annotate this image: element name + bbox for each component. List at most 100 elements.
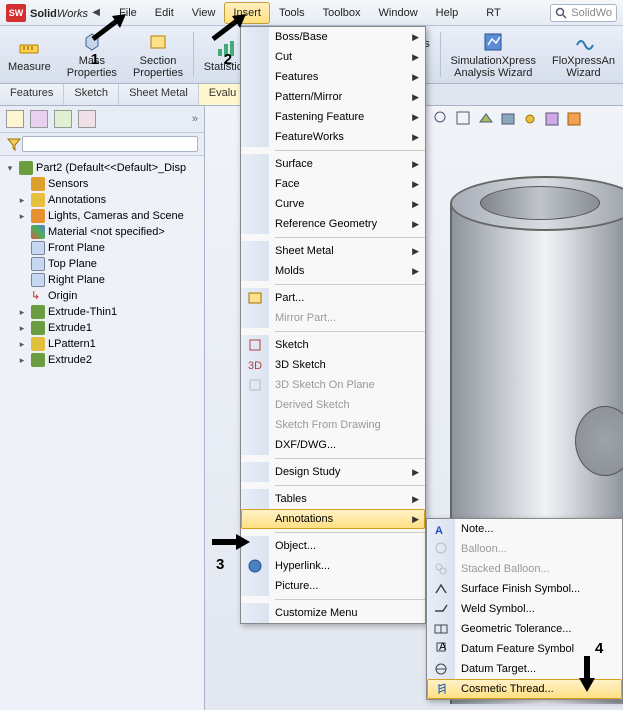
viewport-toolbar: [433, 110, 583, 128]
geo-icon: [433, 621, 449, 637]
tree-origin[interactable]: ↳Origin: [4, 288, 200, 304]
insert-pattern[interactable]: Pattern/Mirror▶: [241, 87, 425, 107]
fm-tab-config-icon[interactable]: [54, 110, 72, 128]
tree-extrude2[interactable]: ▸Extrude2: [4, 352, 200, 368]
insert-fastening[interactable]: Fastening Feature▶: [241, 107, 425, 127]
insert-dxf[interactable]: DXF/DWG...: [241, 435, 425, 455]
menu-tools[interactable]: Tools: [270, 2, 314, 24]
ribbon-mass-props[interactable]: MassProperties 1: [59, 28, 125, 81]
insert-3dsketch-plane: 3D Sketch On Plane: [241, 375, 425, 395]
filter-input[interactable]: [22, 136, 198, 152]
insert-molds[interactable]: Molds▶: [241, 261, 425, 281]
insert-features[interactable]: Features▶: [241, 67, 425, 87]
insert-curve[interactable]: Curve▶: [241, 194, 425, 214]
filter-icon[interactable]: [6, 136, 22, 152]
insert-design-study[interactable]: Design Study▶: [241, 462, 425, 482]
app-name-italic: Works: [57, 8, 88, 20]
insert-picture[interactable]: Picture...: [241, 576, 425, 596]
annot-surf[interactable]: Surface Finish Symbol...: [427, 579, 622, 599]
zoom-area-icon[interactable]: [455, 110, 473, 128]
display-style-icon[interactable]: [499, 110, 517, 128]
annot-geo[interactable]: Geometric Tolerance...: [427, 619, 622, 639]
ribbon-section-label: SectionProperties: [133, 55, 183, 79]
tree-material[interactable]: Material <not specified>: [4, 224, 200, 240]
insert-face[interactable]: Face▶: [241, 174, 425, 194]
scene-icon[interactable]: [543, 110, 561, 128]
annot-weld[interactable]: Weld Symbol...: [427, 599, 622, 619]
fm-tab-property-icon[interactable]: [30, 110, 48, 128]
menu-rt[interactable]: RT: [477, 2, 509, 24]
insert-featureworks[interactable]: FeatureWorks▶: [241, 127, 425, 147]
insert-customize[interactable]: Customize Menu: [241, 603, 425, 623]
hyperlink-icon: [247, 558, 263, 574]
feature-manager: » ▾Part2 (Default<<Default>_Disp Sensors…: [0, 106, 205, 710]
fm-tab-dim-icon[interactable]: [78, 110, 96, 128]
tree-lights[interactable]: ▸Lights, Cameras and Scene: [4, 208, 200, 224]
insert-sketch[interactable]: Sketch: [241, 335, 425, 355]
app-name: SolidWorks: [30, 4, 88, 21]
history-back-icon[interactable]: ◀: [88, 7, 104, 18]
section-view-icon[interactable]: [565, 110, 583, 128]
ribbon-section-props[interactable]: SectionProperties: [125, 28, 191, 81]
insert-refgeom[interactable]: Reference Geometry▶: [241, 214, 425, 234]
ribbon-measure[interactable]: Measure: [0, 28, 59, 81]
annot-cosmetic-thread[interactable]: Cosmetic Thread...: [427, 679, 622, 699]
ribbon-simxpress[interactable]: SimulationXpressAnalysis Wizard: [442, 28, 544, 81]
search-placeholder: SolidWo: [571, 7, 612, 19]
part-icon: [247, 290, 263, 306]
insert-surface[interactable]: Surface▶: [241, 154, 425, 174]
hide-show-icon[interactable]: [521, 110, 539, 128]
tab-features[interactable]: Features: [0, 84, 64, 105]
insert-object[interactable]: Object...: [241, 536, 425, 556]
tree-top-plane[interactable]: Top Plane: [4, 256, 200, 272]
annot-datumf[interactable]: ADatum Feature Symbol: [427, 639, 622, 659]
callout-2: 2: [224, 54, 232, 66]
menu-edit[interactable]: Edit: [146, 2, 183, 24]
menu-toolbox[interactable]: Toolbox: [314, 2, 370, 24]
tab-sketch[interactable]: Sketch: [64, 84, 119, 105]
callout-1: 1: [91, 54, 99, 66]
menu-file[interactable]: File: [110, 2, 146, 24]
menu-insert[interactable]: Insert: [224, 2, 270, 24]
tree-right-plane[interactable]: Right Plane: [4, 272, 200, 288]
datumf-icon: A: [433, 641, 449, 657]
tree-annotations[interactable]: ▸Annotations: [4, 192, 200, 208]
fm-tab-tree-icon[interactable]: [6, 110, 24, 128]
insert-cut[interactable]: Cut▶: [241, 47, 425, 67]
tree-front-plane[interactable]: Front Plane: [4, 240, 200, 256]
view-orient-icon[interactable]: [477, 110, 495, 128]
search-input[interactable]: SolidWo: [550, 4, 617, 22]
insert-sheetmetal[interactable]: Sheet Metal▶: [241, 241, 425, 261]
ribbon-floxpress[interactable]: FloXpressAnWizard: [544, 28, 623, 81]
insert-menu-dropdown: Boss/Base▶ Cut▶ Features▶ Pattern/Mirror…: [240, 26, 426, 624]
surf-icon: [433, 581, 449, 597]
menu-help[interactable]: Help: [427, 2, 468, 24]
insert-hyperlink[interactable]: Hyperlink...: [241, 556, 425, 576]
svg-text:3D: 3D: [248, 360, 262, 372]
tab-sheetmetal[interactable]: Sheet Metal: [119, 84, 199, 105]
insert-annotations[interactable]: Annotations▶: [241, 509, 425, 529]
annot-balloon: Balloon...: [427, 539, 622, 559]
3dsketch-icon: 3D: [247, 357, 263, 373]
tree-extrude1[interactable]: ▸Extrude1: [4, 320, 200, 336]
tree-root[interactable]: ▾Part2 (Default<<Default>_Disp: [4, 160, 200, 176]
stacked-icon: [433, 561, 449, 577]
tree-extrude-thin1[interactable]: ▸Extrude-Thin1: [4, 304, 200, 320]
section-icon: [147, 31, 169, 53]
menu-view[interactable]: View: [183, 2, 225, 24]
tree-lpattern1[interactable]: ▸LPattern1: [4, 336, 200, 352]
insert-mirror: Mirror Part...: [241, 308, 425, 328]
annot-datumt[interactable]: Datum Target...: [427, 659, 622, 679]
menu-bar: File Edit View Insert Tools Toolbox Wind…: [110, 2, 510, 24]
annot-stacked: Stacked Balloon...: [427, 559, 622, 579]
insert-3dsketch[interactable]: 3D3D Sketch: [241, 355, 425, 375]
zoom-fit-icon[interactable]: [433, 110, 451, 128]
annot-note[interactable]: ANote...: [427, 519, 622, 539]
menu-window[interactable]: Window: [370, 2, 427, 24]
insert-tables[interactable]: Tables▶: [241, 489, 425, 509]
insert-part[interactable]: Part...: [241, 288, 425, 308]
insert-bossbase[interactable]: Boss/Base▶: [241, 27, 425, 47]
fm-collapse-icon[interactable]: »: [192, 113, 198, 125]
svg-text:A: A: [435, 525, 443, 537]
tree-sensors[interactable]: Sensors: [4, 176, 200, 192]
